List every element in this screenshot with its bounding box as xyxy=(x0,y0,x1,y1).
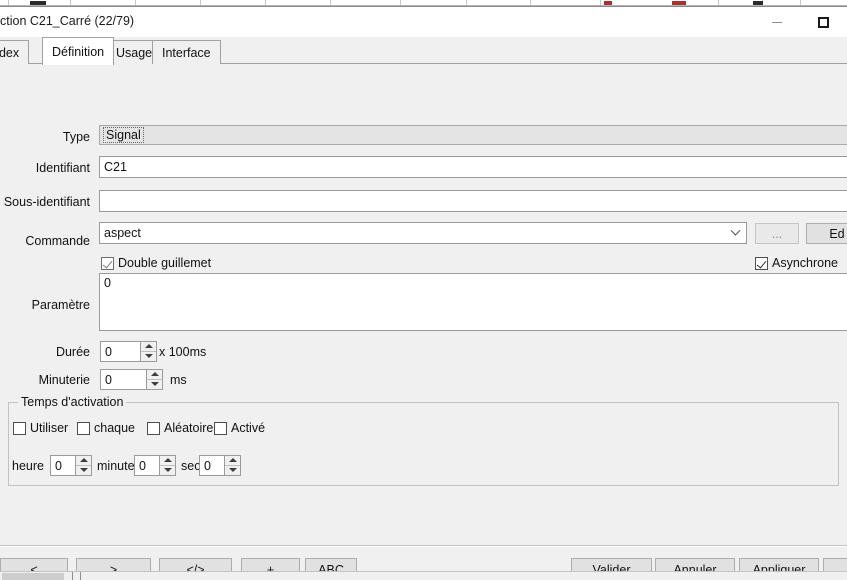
tab-index[interactable]: ndex xyxy=(0,40,30,64)
heure-value[interactable]: 0 xyxy=(50,455,75,476)
duree-value[interactable]: 0 xyxy=(100,341,140,362)
minuterie-stepper[interactable]: 0 xyxy=(100,369,163,390)
duree-spin-buttons[interactable] xyxy=(140,341,157,362)
window-title: ction C21_Carré (22/79) xyxy=(0,14,135,28)
minuterie-value[interactable]: 0 xyxy=(100,369,146,390)
aleatoire-checkbox[interactable]: Aléatoire xyxy=(147,421,213,435)
sous-identifiant-input[interactable] xyxy=(99,190,847,212)
tab-interface[interactable]: Interface xyxy=(152,40,221,64)
checkbox-box xyxy=(13,421,26,435)
tab-label: Interface xyxy=(162,45,211,60)
commande-label: Commande xyxy=(25,234,90,248)
spin-down-button[interactable] xyxy=(147,380,162,390)
spin-down-button[interactable] xyxy=(225,466,240,476)
active-label: Activé xyxy=(231,421,266,435)
identifiant-value: C21 xyxy=(104,160,127,174)
minimize-icon xyxy=(772,21,782,23)
temps-activation-title: Temps d'activation xyxy=(18,395,127,409)
scrollbar-tick xyxy=(80,572,81,580)
commande-edit-button[interactable]: Ed xyxy=(806,223,847,244)
identifiant-label: Identifiant xyxy=(35,161,90,175)
checkbox-box xyxy=(755,256,768,270)
spin-up-button[interactable] xyxy=(147,370,162,380)
heure-label: heure xyxy=(12,459,44,473)
commande-value: aspect xyxy=(104,226,141,240)
parametre-value: 0 xyxy=(104,276,111,290)
parametre-textarea[interactable]: 0 xyxy=(99,273,847,331)
aleatoire-label: Aléatoire xyxy=(164,421,214,435)
bg-mark xyxy=(753,1,763,5)
minute-value[interactable]: 0 xyxy=(134,455,159,476)
minuterie-unit: ms xyxy=(170,373,187,387)
heure-spin-buttons[interactable] xyxy=(75,455,92,476)
sous-identifiant-label: Sous-identifiant xyxy=(3,195,90,209)
sec-spin-buttons[interactable] xyxy=(224,455,241,476)
spin-up-button[interactable] xyxy=(141,342,156,352)
utiliser-label: Utiliser xyxy=(30,421,69,435)
sec-value[interactable]: 0 xyxy=(199,455,224,476)
tab-strip: ndex Définition Usage Interface xyxy=(0,37,847,65)
minuterie-label: Minuterie xyxy=(38,373,90,387)
chaque-label: chaque xyxy=(94,421,136,435)
tab-label: Usage xyxy=(116,45,153,60)
asynchrone-label: Asynchrone xyxy=(772,256,839,270)
parametre-label: Paramètre xyxy=(31,298,90,312)
horizontal-scrollbar[interactable] xyxy=(0,571,847,580)
heure-stepper[interactable]: 0 xyxy=(50,455,92,476)
spin-up-button[interactable] xyxy=(76,456,91,466)
sec-stepper[interactable]: 0 xyxy=(199,455,241,476)
chaque-checkbox[interactable]: chaque xyxy=(77,421,135,435)
checkbox-box xyxy=(101,256,114,270)
commande-browse-button[interactable]: ... xyxy=(755,223,799,244)
spin-up-button[interactable] xyxy=(160,456,175,466)
minute-stepper[interactable]: 0 xyxy=(134,455,176,476)
definition-panel: Type Signal Identifiant C21 Sous-identif… xyxy=(0,64,847,546)
maximize-button[interactable] xyxy=(800,7,846,37)
tab-label: ndex xyxy=(0,45,20,60)
checkbox-box xyxy=(214,421,227,435)
type-label: Type xyxy=(62,130,90,144)
asynchrone-checkbox[interactable]: Asynchrone xyxy=(755,256,838,270)
chevron-down-icon[interactable] xyxy=(724,223,746,243)
bg-mark xyxy=(604,1,612,5)
minimize-button[interactable] xyxy=(754,7,800,37)
minute-label: minute xyxy=(97,459,135,473)
active-checkbox[interactable]: Activé xyxy=(214,421,265,435)
commande-combobox[interactable]: aspect xyxy=(99,222,747,244)
minute-spin-buttons[interactable] xyxy=(159,455,176,476)
bg-mark xyxy=(30,1,46,5)
double-guillemet-checkbox[interactable]: Double guillemet xyxy=(101,256,211,270)
temps-activation-group: Temps d'activation Utiliser chaque Aléat… xyxy=(8,395,839,486)
scrollbar-thumb[interactable] xyxy=(2,573,64,580)
title-bar[interactable]: ction C21_Carré (22/79) xyxy=(0,7,847,37)
type-field: Signal xyxy=(99,125,847,145)
maximize-icon xyxy=(817,16,829,28)
spin-down-button[interactable] xyxy=(141,352,156,362)
spin-up-button[interactable] xyxy=(225,456,240,466)
double-guillemet-label: Double guillemet xyxy=(118,256,212,270)
minuterie-spin-buttons[interactable] xyxy=(146,369,163,390)
checkbox-box xyxy=(77,421,90,435)
spin-down-button[interactable] xyxy=(76,466,91,476)
duree-unit: x 100ms xyxy=(159,345,207,359)
checkbox-box xyxy=(147,421,160,435)
utiliser-checkbox[interactable]: Utiliser xyxy=(13,421,68,435)
identifiant-input[interactable]: C21 xyxy=(99,156,847,178)
bg-mark xyxy=(672,1,686,5)
spin-down-button[interactable] xyxy=(160,466,175,476)
tab-definition[interactable]: Définition xyxy=(42,37,115,65)
action-properties-dialog: ction C21_Carré (22/79) ndex Définition … xyxy=(0,6,847,580)
scrollbar-tick xyxy=(72,572,73,580)
tab-label: Définition xyxy=(52,44,105,59)
type-value: Signal xyxy=(103,127,144,143)
duree-label: Durée xyxy=(55,345,90,359)
duree-stepper[interactable]: 0 xyxy=(100,341,157,362)
